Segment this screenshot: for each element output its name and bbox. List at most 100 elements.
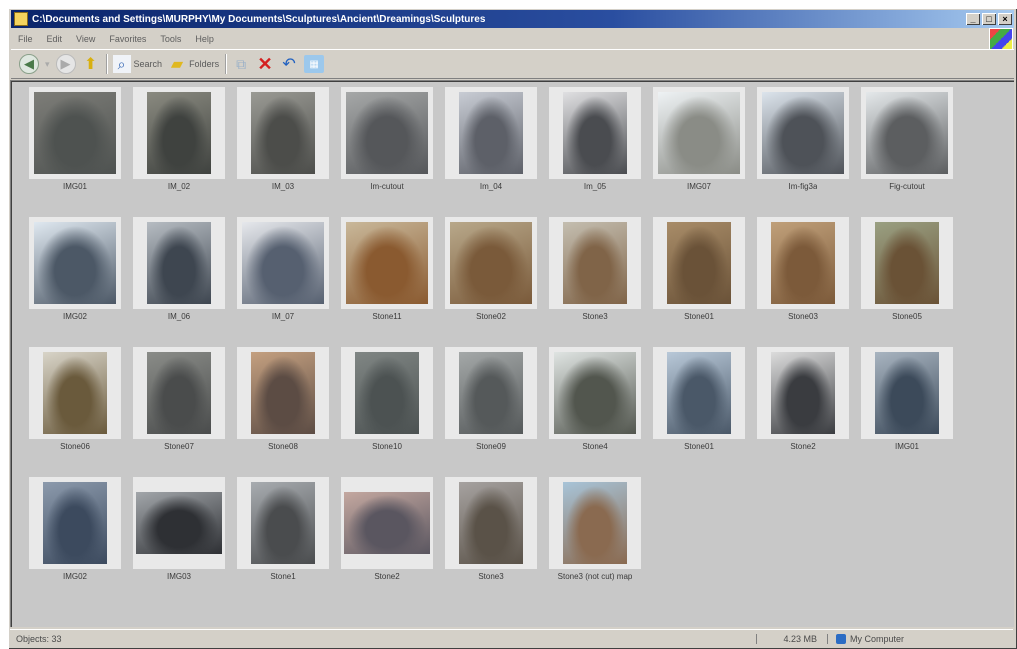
thumbnail-item[interactable]: Stone01 [647, 217, 751, 347]
folders-button[interactable]: ▰ Folders [168, 53, 219, 75]
thumbnail-item[interactable]: Im_04 [439, 87, 543, 217]
thumbnail-item[interactable]: IMG01 [855, 347, 959, 477]
search-icon: ⌕ [112, 55, 131, 73]
thumbnail-image [147, 352, 211, 434]
menu-help[interactable]: Help [188, 34, 221, 44]
thumbnail-item[interactable]: Stone4 [543, 347, 647, 477]
status-zone-label: My Computer [850, 634, 905, 644]
undo-button[interactable]: ↶ [280, 53, 298, 75]
thumbnail-frame [341, 347, 433, 439]
move-to-button[interactable]: ⧉ [232, 53, 250, 75]
thumbnail-item[interactable]: Fig-cutout [855, 87, 959, 217]
thumbnail-item[interactable]: Stone01 [647, 347, 751, 477]
windows-logo-icon [989, 28, 1013, 50]
file-view[interactable]: IMG01 IM_02 IM_03 Im-cutout Im_04 Im_05 IMG07 I… [10, 80, 1014, 627]
back-button[interactable]: ◀ [19, 53, 39, 75]
thumbnail-caption: Im-cutout [370, 182, 404, 191]
thumbnail-frame [549, 87, 641, 179]
thumbnail-frame [237, 477, 329, 569]
thumbnail-image [875, 222, 939, 304]
forward-button[interactable]: ▶ [55, 53, 76, 75]
views-button[interactable]: ▦ [304, 53, 325, 75]
thumbnail-item[interactable]: Stone2 [335, 477, 439, 607]
thumbnail-item[interactable]: Stone07 [127, 347, 231, 477]
thumbnail-image [242, 222, 324, 304]
thumbnail-frame [29, 347, 121, 439]
thumbnail-caption: Stone03 [788, 312, 818, 321]
up-folder-button[interactable]: ⬆ [82, 53, 100, 75]
thumbnail-frame [757, 87, 849, 179]
thumbnail-item[interactable]: Im-fig3a [751, 87, 855, 217]
thumbnail-caption: Stone2 [790, 442, 816, 451]
thumbnail-caption: Stone01 [684, 312, 714, 321]
menu-edit[interactable]: Edit [40, 34, 70, 44]
thumbnail-item[interactable]: Stone03 [751, 217, 855, 347]
thumbnail-image [563, 92, 627, 174]
thumbnail-frame [445, 347, 537, 439]
delete-icon: ✕ [257, 53, 273, 74]
move-to-icon: ⧉ [236, 55, 247, 72]
thumbnail-caption: IMG03 [166, 572, 191, 581]
thumbnail-item[interactable]: IM_06 [127, 217, 231, 347]
thumbnail-frame [341, 217, 433, 309]
maximize-button[interactable]: □ [982, 13, 996, 25]
back-dropdown-button[interactable]: ▾ [45, 53, 50, 75]
thumbnail-item[interactable]: IMG02 [23, 477, 127, 607]
thumbnail-item[interactable]: Im_05 [543, 87, 647, 217]
thumbnail-frame [237, 347, 329, 439]
thumbnail-caption: IMG01 [894, 442, 919, 451]
thumbnail-item[interactable]: Stone02 [439, 217, 543, 347]
thumbnail-item[interactable]: Stone11 [335, 217, 439, 347]
thumbnail-item[interactable]: Stone3 [439, 477, 543, 607]
back-arrow-icon: ◀ [19, 54, 39, 74]
thumbnail-image [136, 492, 222, 554]
forward-arrow-icon: ▶ [55, 54, 76, 74]
status-bar: Objects: 33 4.23 MB My Computer [10, 629, 1013, 648]
thumbnail-frame [29, 477, 121, 569]
thumbnail-item[interactable]: IMG07 [647, 87, 751, 217]
thumbnail-item[interactable]: Stone09 [439, 347, 543, 477]
thumbnail-item[interactable]: IMG01 [23, 87, 127, 217]
thumbnail-item[interactable]: Stone06 [23, 347, 127, 477]
minimize-button[interactable]: _ [966, 13, 980, 25]
thumbnail-item[interactable]: Stone2 [751, 347, 855, 477]
title-bar[interactable]: C:\Documents and Settings\MURPHY\My Docu… [11, 10, 1014, 28]
thumbnail-item[interactable]: Stone10 [335, 347, 439, 477]
thumbnail-item[interactable]: IMG03 [127, 477, 231, 607]
thumbnail-image [771, 352, 835, 434]
close-button[interactable]: × [998, 13, 1012, 25]
thumbnail-item[interactable]: IM_03 [231, 87, 335, 217]
thumbnail-item[interactable]: Stone3 (not cut) map [543, 477, 647, 607]
thumbnail-caption: IMG02 [62, 572, 87, 581]
toolbar-separator [225, 54, 227, 74]
search-button[interactable]: ⌕ Search [112, 53, 162, 75]
thumbnail-caption: Stone08 [268, 442, 298, 451]
toolbar-separator [105, 54, 107, 74]
thumbnail-item[interactable]: IMG02 [23, 217, 127, 347]
thumbnail-item[interactable]: IM_02 [127, 87, 231, 217]
menu-favorites[interactable]: Favorites [102, 34, 153, 44]
thumbnail-frame [341, 477, 433, 569]
thumbnail-item[interactable]: Stone1 [231, 477, 335, 607]
menu-tools[interactable]: Tools [153, 34, 188, 44]
thumbnail-item[interactable]: Stone3 [543, 217, 647, 347]
thumbnail-frame [861, 87, 953, 179]
thumbnail-item[interactable]: Stone05 [855, 217, 959, 347]
thumbnail-item[interactable]: Im-cutout [335, 87, 439, 217]
thumbnail-image [667, 352, 731, 434]
thumbnail-frame [445, 477, 537, 569]
thumbnail-item[interactable]: IM_07 [231, 217, 335, 347]
views-icon: ▦ [304, 55, 325, 73]
menu-view[interactable]: View [69, 34, 102, 44]
thumbnail-image [34, 222, 116, 304]
thumbnail-caption: IM_06 [167, 312, 191, 321]
folder-icon [14, 12, 28, 26]
status-size: 4.23 MB [756, 634, 827, 644]
thumbnail-image [667, 222, 731, 304]
thumbnail-item[interactable]: Stone08 [231, 347, 335, 477]
menu-file[interactable]: File [11, 34, 40, 44]
thumbnail-caption: IMG01 [62, 182, 87, 191]
thumbnail-frame [861, 217, 953, 309]
thumbnail-image [251, 482, 315, 564]
delete-button[interactable]: ✕ [256, 53, 274, 75]
